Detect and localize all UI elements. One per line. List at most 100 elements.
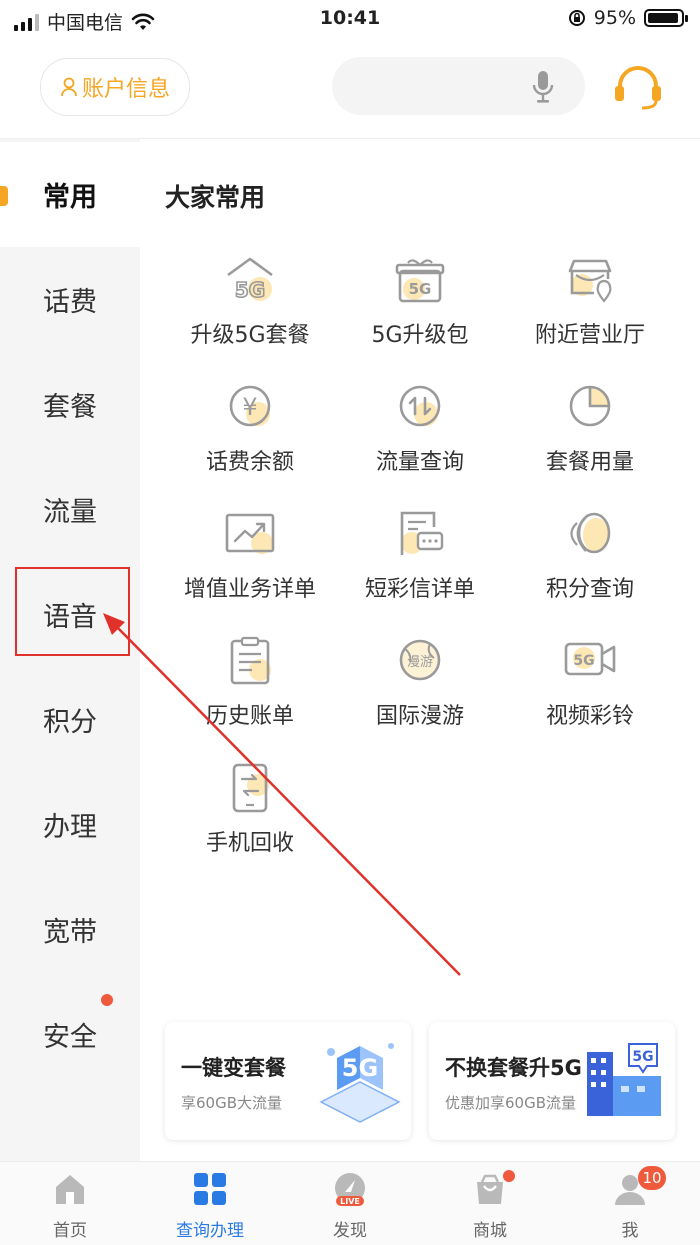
tab-me[interactable]: 10 我 — [560, 1162, 700, 1245]
account-info-label: 账户信息 — [81, 77, 170, 102]
promo-title: 一键变套餐 — [181, 1056, 286, 1080]
bottom-tab-bar: 首页 查询办理 LIVE 发现 商城 10 我 — [0, 1161, 700, 1245]
tab-discover[interactable]: LIVE 发现 — [280, 1162, 420, 1245]
battery-icon — [644, 9, 688, 27]
sidebar-item-label: 积分 — [43, 707, 97, 738]
grid-item-balance[interactable]: ¥ 话费余额 — [160, 382, 340, 492]
sidebar-item-frequent[interactable]: 常用 — [0, 142, 140, 247]
trend-chart-icon — [225, 513, 275, 554]
grid-item-label: 手机回收 — [205, 831, 294, 856]
grid-item-roaming[interactable]: 漫游 国际漫游 — [330, 636, 510, 746]
5g-home-icon: 5G — [227, 257, 273, 303]
promo-subtitle: 享60GB大流量 — [181, 1094, 283, 1112]
section-title: 大家常用 — [165, 183, 266, 212]
rotation-lock-icon — [568, 10, 585, 26]
search-input[interactable] — [332, 57, 585, 115]
grid-item-label: 增值业务详单 — [183, 577, 316, 602]
sidebar-item-data[interactable]: 流量 — [0, 457, 140, 562]
tab-home[interactable]: 首页 — [0, 1162, 140, 1245]
grid-item-plan-usage[interactable]: 套餐用量 — [500, 382, 680, 492]
store-location-icon — [568, 259, 612, 303]
notification-dot — [503, 1170, 515, 1182]
sidebar-item-plan[interactable]: 套餐 — [0, 352, 140, 457]
svg-text:5G: 5G — [409, 280, 432, 298]
5g-building-illustration: 5G — [587, 1043, 661, 1116]
promo-card-switch-plan[interactable]: 一键变套餐 享60GB大流量 5G — [165, 1022, 411, 1140]
status-bar: 中国电信 10:41 95% — [0, 0, 700, 38]
sidebar-item-handle[interactable]: 办理 — [0, 772, 140, 877]
status-right: 95% — [568, 7, 688, 29]
discover-live-icon: LIVE — [335, 1173, 365, 1206]
battery-percent: 95% — [593, 7, 636, 29]
headset-icon[interactable] — [612, 64, 664, 112]
yen-coin-icon: ¥ — [229, 385, 271, 427]
grid-item-video-ringtone[interactable]: 5G 视频彩铃 — [500, 636, 680, 746]
sidebar-item-label: 办理 — [43, 812, 97, 843]
grid-item-vas-details[interactable]: 增值业务详单 — [160, 509, 340, 619]
svg-text:漫游: 漫游 — [407, 655, 433, 670]
tab-label: 商城 — [473, 1221, 507, 1241]
grid-item-label: 积分查询 — [545, 577, 634, 602]
sidebar-item-security[interactable]: 安全 — [0, 982, 140, 1087]
video-camera-icon: 5G — [564, 642, 616, 676]
sidebar-item-points[interactable]: 积分 — [0, 667, 140, 772]
grid-item-label: 升级5G套餐 — [190, 323, 310, 348]
sidebar-item-label: 套餐 — [43, 392, 97, 423]
grid-item-label: 流量查询 — [375, 450, 464, 475]
tab-label: 发现 — [333, 1221, 367, 1241]
grid-item-upgrade-5g-plan[interactable]: 5G 升级5G套餐 — [160, 255, 340, 365]
notification-dot — [101, 994, 113, 1006]
sidebar-item-broadband[interactable]: 宽带 — [0, 877, 140, 982]
sidebar-item-phone-bill[interactable]: 话费 — [0, 247, 140, 352]
promo-title: 不换套餐升5G — [445, 1056, 582, 1080]
promo-card-upgrade-5g[interactable]: 不换套餐升5G 优惠加享60GB流量 5G — [429, 1022, 675, 1140]
grid-icon — [194, 1173, 226, 1205]
svg-text:5G: 5G — [342, 1054, 378, 1082]
svg-text:5G: 5G — [573, 653, 594, 669]
sidebar-item-label: 宽带 — [43, 917, 97, 948]
grid-item-label: 附近营业厅 — [534, 323, 645, 348]
grid-item-label: 5G升级包 — [371, 323, 469, 348]
home-icon — [56, 1175, 84, 1204]
data-arrows-icon — [399, 385, 441, 427]
grid-item-label: 短彩信详单 — [364, 577, 475, 602]
tab-mall[interactable]: 商城 — [420, 1162, 560, 1245]
5g-isometric-illustration: 5G — [319, 1043, 401, 1123]
tab-query-handle[interactable]: 查询办理 — [140, 1162, 280, 1245]
sidebar-item-label: 安全 — [43, 1022, 97, 1053]
sidebar-item-label: 常用 — [43, 182, 97, 213]
grid-item-phone-recycle[interactable]: 手机回收 — [160, 763, 340, 873]
svg-text:LIVE: LIVE — [340, 1197, 360, 1206]
app-header: 账户信息 — [0, 38, 700, 139]
grid-item-data-query[interactable]: 流量查询 — [330, 382, 510, 492]
person-icon — [61, 77, 77, 97]
grid-item-label: 套餐用量 — [545, 450, 634, 475]
grid-item-label: 视频彩铃 — [545, 704, 634, 729]
sidebar-item-label: 话费 — [43, 287, 97, 318]
grid-item-sms-details[interactable]: 短彩信详单 — [330, 509, 510, 619]
grid-item-label: 话费余额 — [205, 450, 294, 475]
globe-roaming-icon: 漫游 — [399, 639, 441, 681]
svg-text:5G: 5G — [632, 1049, 653, 1065]
grid-item-label: 国际漫游 — [375, 704, 464, 729]
shopping-bag-icon — [477, 1174, 503, 1204]
grid-item-bill-history[interactable]: 历史账单 — [160, 636, 340, 746]
microphone-icon[interactable] — [531, 70, 555, 104]
battery-fill — [648, 13, 678, 23]
notification-badge: 10 — [638, 1166, 666, 1190]
annotation-highlight-box — [15, 567, 130, 656]
promo-subtitle: 优惠加享60GB流量 — [445, 1094, 577, 1112]
grid-item-nearby-store[interactable]: 附近营业厅 — [500, 255, 680, 365]
grid-item-5g-package[interactable]: 5G 5G升级包 — [330, 255, 510, 365]
tab-label: 查询办理 — [176, 1221, 244, 1241]
sidebar-item-label: 流量 — [43, 497, 97, 528]
account-info-button[interactable]: 账户信息 — [40, 58, 190, 116]
clipboard-bill-icon — [230, 636, 271, 685]
grid-item-points-query[interactable]: 积分查询 — [500, 509, 680, 619]
tab-label: 我 — [621, 1221, 639, 1241]
grid-item-label: 历史账单 — [205, 704, 294, 729]
tab-label: 首页 — [53, 1221, 87, 1241]
svg-text:¥: ¥ — [242, 393, 257, 421]
svg-text:5G: 5G — [235, 278, 265, 302]
pie-chart-icon — [569, 385, 611, 427]
